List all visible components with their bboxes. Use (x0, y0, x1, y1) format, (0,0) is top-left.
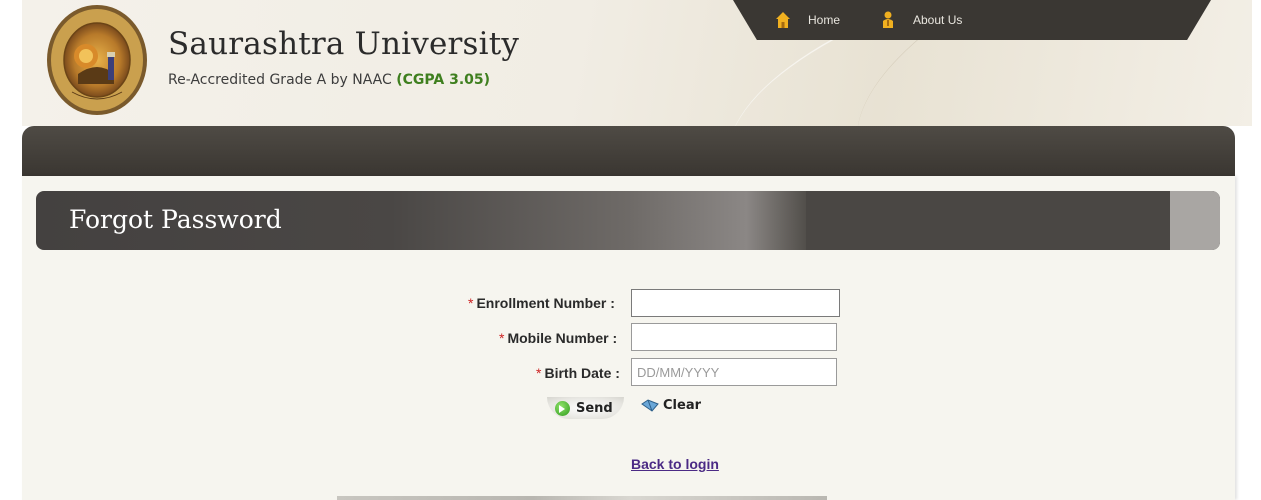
footer-strip (337, 496, 827, 500)
birth-date-label-text: Birth Date : (544, 365, 620, 381)
nav-home[interactable]: Home (775, 11, 840, 29)
mobile-number-label: * Mobile Number : (499, 330, 617, 346)
university-title: Saurashtra University (168, 26, 520, 62)
page-title: Forgot Password (69, 205, 282, 234)
required-mark: * (468, 295, 474, 311)
send-button[interactable]: Send (547, 397, 624, 419)
enrollment-number-label-text: Enrollment Number : (476, 295, 615, 311)
menu-band (22, 126, 1235, 176)
nav-home-label: Home (808, 13, 841, 27)
enrollment-number-label: * Enrollment Number : (468, 295, 615, 311)
back-to-login-link[interactable]: Back to login (631, 456, 719, 472)
nav-about-us[interactable]: About Us (880, 11, 962, 29)
cgpa-text: (CGPA 3.05) (396, 72, 491, 88)
about-us-icon (883, 11, 893, 28)
page-header-decoration (1170, 191, 1220, 250)
mobile-number-label-text: Mobile Number : (507, 330, 618, 346)
required-mark: * (499, 330, 505, 346)
birth-date-label: * Birth Date : (536, 365, 620, 381)
home-icon (776, 12, 790, 28)
university-logo[interactable] (46, 4, 148, 116)
mobile-number-input[interactable] (631, 323, 837, 351)
eraser-icon (641, 398, 659, 412)
required-mark: * (536, 365, 542, 381)
birth-date-input[interactable] (631, 358, 837, 386)
page-header-decoration (806, 191, 1170, 250)
send-button-label: Send (576, 400, 613, 416)
nav-about-us-label: About Us (913, 13, 963, 27)
enrollment-number-input[interactable] (631, 289, 840, 317)
accreditation-text: Re-Accredited Grade A by NAAC (168, 72, 392, 88)
send-arrow-icon (555, 400, 570, 416)
clear-button[interactable]: Clear (640, 398, 701, 413)
clear-button-label: Clear (663, 398, 701, 413)
university-subtitle: Re-Accredited Grade A by NAAC (CGPA 3.05… (168, 72, 490, 88)
